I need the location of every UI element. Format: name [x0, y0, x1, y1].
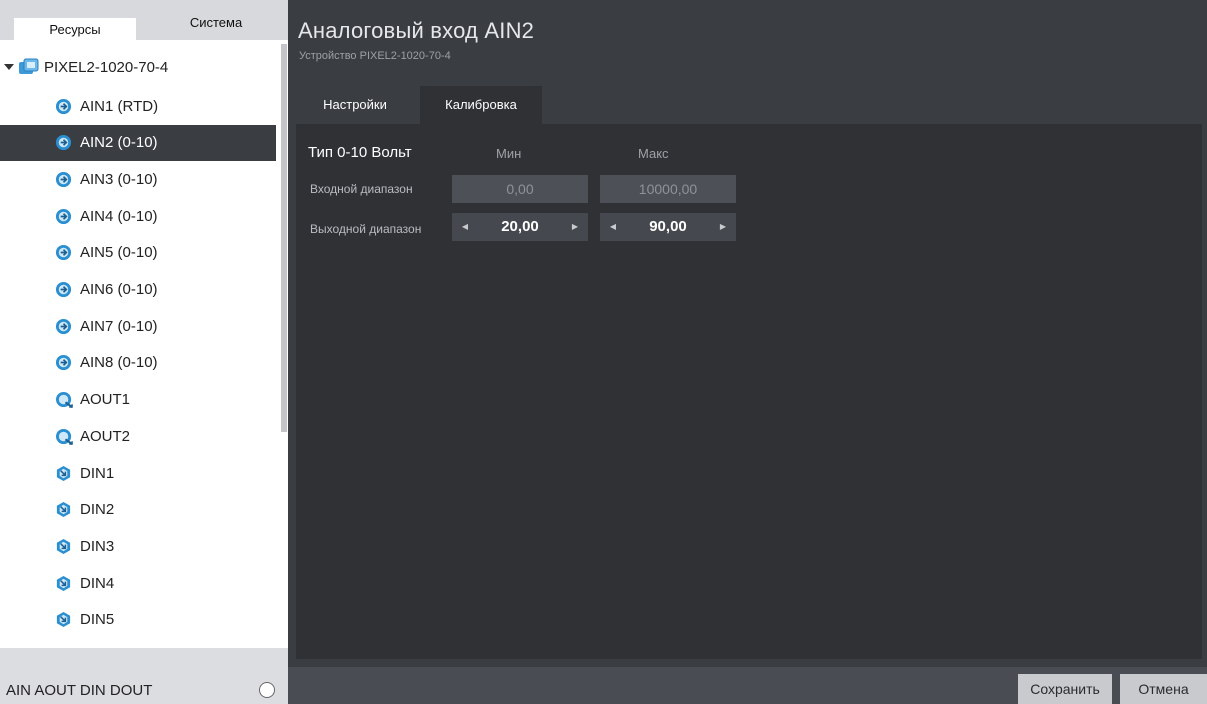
tree-item-din2[interactable]: DIN2 [0, 492, 276, 528]
calibration-content: Тип 0-10 Вольт Мин Макс Входной диапазон… [296, 124, 1202, 659]
digital-in-icon [55, 465, 72, 482]
filter-bar: AIN AOUT DIN DOUT [0, 648, 288, 704]
save-button[interactable]: Сохранить [1018, 674, 1112, 704]
analog-in-icon [55, 134, 72, 151]
input-range-label: Входной диапазон [310, 182, 413, 196]
decrement-arrow-icon[interactable]: ◀ [456, 213, 474, 241]
increment-arrow-icon[interactable]: ▶ [566, 213, 584, 241]
column-max-header: Макс [638, 146, 669, 161]
tab-system[interactable]: Система [162, 12, 270, 35]
analog-in-icon [55, 98, 72, 115]
tree-item-din1[interactable]: DIN1 [0, 455, 276, 491]
digital-in-icon [55, 575, 72, 592]
tree-item-label: DIN3 [80, 537, 115, 555]
cancel-button[interactable]: Отмена [1120, 674, 1207, 704]
decrement-arrow-icon[interactable]: ◀ [604, 213, 622, 241]
output-max-value[interactable]: 90,00 [622, 213, 714, 241]
tree-item-ain8[interactable]: AIN8 (0-10) [0, 345, 276, 381]
page-subtitle: Устройство PIXEL2-1020-70-4 [299, 50, 451, 62]
tree-item-din3[interactable]: DIN3 [0, 528, 276, 564]
tree-item-ain3[interactable]: AIN3 (0-10) [0, 161, 276, 197]
output-min-stepper[interactable]: ◀ 20,00 ▶ [452, 213, 588, 241]
filter-radio[interactable] [259, 682, 275, 698]
details-panel: Аналоговый вход AIN2 Устройство PIXEL2-1… [288, 0, 1207, 704]
page-title: Аналоговый вход AIN2 [298, 18, 535, 43]
tree-item-din5[interactable]: DIN5 [0, 602, 276, 638]
digital-in-icon [55, 538, 72, 555]
input-max-field: 10000,00 [600, 175, 736, 203]
analog-in-icon [55, 281, 72, 298]
tree-item-label: AIN1 (RTD) [80, 97, 159, 115]
analog-in-icon [55, 318, 72, 335]
output-min-value[interactable]: 20,00 [474, 213, 566, 241]
tree-item-aout1[interactable]: AOUT1 [0, 382, 276, 418]
analog-out-icon [55, 428, 73, 445]
tree-item-label: DIN4 [80, 574, 115, 592]
calibration-type-label: Тип 0-10 Вольт [308, 144, 412, 161]
tree-scrollbar[interactable] [281, 44, 287, 432]
tree-item-din6[interactable]: DIN6 [0, 639, 276, 649]
tree-item-label: AIN8 (0-10) [80, 354, 158, 372]
tree-item-label: AIN6 (0-10) [80, 281, 158, 298]
input-min-field: 0,00 [452, 175, 588, 203]
tab-calibration[interactable]: Калибровка [420, 86, 542, 124]
digital-in-icon [55, 611, 72, 628]
tree-item-label: DIN2 [80, 501, 115, 519]
tree-item-label: AIN7 (0-10) [80, 317, 158, 335]
tree-item-label: AIN2 (0-10) [80, 134, 158, 152]
tree-item-label: DIN1 [80, 464, 115, 482]
tree-item-ain4[interactable]: AIN4 (0-10) [0, 198, 276, 234]
tab-resources[interactable]: Ресурсы [14, 18, 136, 41]
column-min-header: Мин [496, 146, 522, 161]
resource-panel: Ресурсы Система PIXEL2-1020-70-4 AIN1 (R… [0, 0, 288, 704]
filter-text[interactable]: AIN AOUT DIN DOUT [6, 682, 152, 699]
tree-item-label: AOUT1 [80, 391, 131, 409]
tab-settings[interactable]: Настройки [296, 86, 414, 124]
output-max-stepper[interactable]: ◀ 90,00 ▶ [600, 213, 736, 241]
digital-in-icon [55, 501, 72, 518]
tree-item-label: AIN4 (0-10) [80, 207, 158, 225]
tree-item-label: AIN3 (0-10) [80, 170, 158, 188]
analog-in-icon [55, 354, 72, 371]
analog-out-icon [55, 391, 73, 408]
tree-item-ain6[interactable]: AIN6 (0-10) [0, 272, 276, 308]
tree-item-ain2[interactable]: AIN2 (0-10) [0, 124, 276, 161]
resource-tabs: Ресурсы Система [0, 0, 288, 41]
output-range-label: Выходной диапазон [310, 222, 422, 236]
tree-item-ain5[interactable]: AIN5 (0-10) [0, 235, 276, 271]
tree-item-label: AIN5 (0-10) [80, 244, 158, 262]
tree-item-din4[interactable]: DIN4 [0, 565, 276, 601]
tree-item-ain7[interactable]: AIN7 (0-10) [0, 308, 276, 344]
analog-in-icon [55, 171, 72, 188]
tree-item-label: DIN5 [80, 611, 115, 629]
analog-in-icon [55, 208, 72, 225]
increment-arrow-icon[interactable]: ▶ [714, 213, 732, 241]
analog-in-icon [55, 244, 72, 261]
tree-item-label: AOUT2 [80, 427, 131, 445]
resource-tree: AIN1 (RTD) AIN2 (0-10) AIN3 (0-10) AIN4 (0-… [0, 48, 276, 648]
tree-item-ain1[interactable]: AIN1 (RTD) [0, 88, 276, 124]
tree-item-aout2[interactable]: AOUT2 [0, 418, 276, 454]
